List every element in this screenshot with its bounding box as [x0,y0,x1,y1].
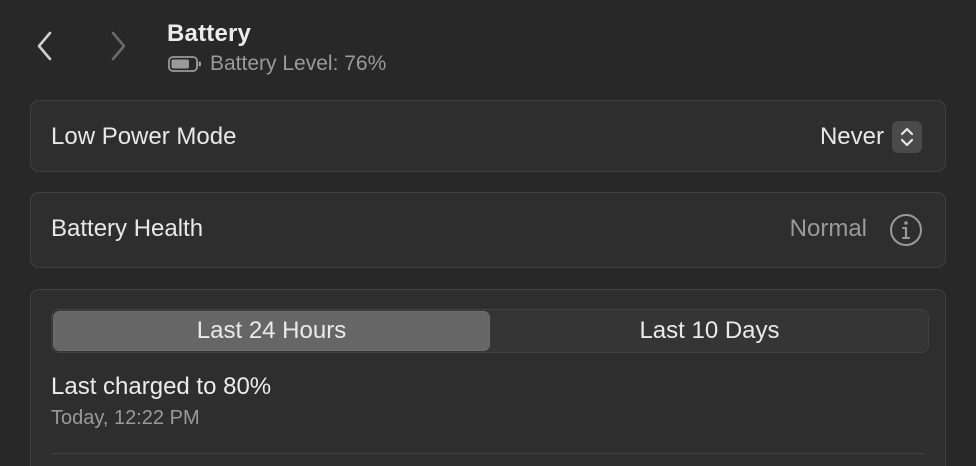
info-button[interactable] [889,213,923,247]
chevron-left-icon [37,31,52,61]
tab-last-10-days[interactable]: Last 10 Days [491,310,928,352]
battery-icon [168,55,202,73]
battery-history-panel: Last 24 Hours Last 10 Days Last charged … [30,289,946,466]
battery-settings-page: Battery Battery Level: 76% Low Power Mod… [0,0,976,466]
divider [51,453,925,454]
battery-level-status: Battery Level: 76% [168,52,386,76]
battery-level-text: Battery Level: 76% [210,52,387,75]
up-down-chevron-icon [892,121,922,153]
chevron-right-icon [111,31,126,61]
back-button[interactable] [30,28,60,64]
battery-fill [171,59,189,69]
low-power-mode-value: Never [819,123,884,150]
tab-last-24-hours[interactable]: Last 24 Hours [53,311,490,351]
page-title: Battery [167,20,252,47]
low-power-mode-row: Low Power Mode Never [30,100,946,172]
forward-button[interactable] [103,28,133,64]
low-power-mode-label: Low Power Mode [51,123,237,150]
battery-health-value: Normal [789,215,867,242]
battery-health-row: Battery Health Normal [30,192,946,268]
last-charged-time: Today, 12:22 PM [51,407,200,429]
battery-health-label: Battery Health [51,215,204,242]
last-charged-text: Last charged to 80% [51,373,272,400]
time-range-segmented-control: Last 24 Hours Last 10 Days [51,309,929,353]
low-power-mode-select[interactable]: Never [820,121,922,153]
info-circle-icon [890,214,922,246]
